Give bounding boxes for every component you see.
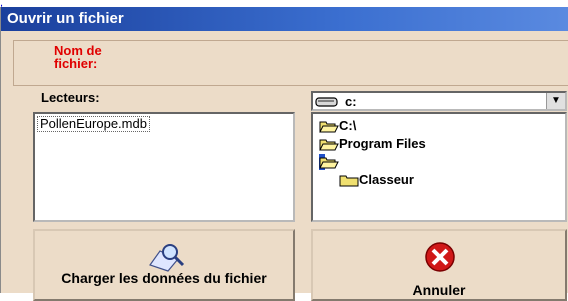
drives-label: Lecteurs: (41, 90, 100, 105)
folder-tree[interactable]: C:\ Program Files PaléoBIOMES Classeur (311, 112, 567, 222)
tree-item-label: Program Files (339, 136, 426, 151)
tree-item-label: PaléoBIOMES (339, 154, 425, 169)
dialog-title: Ouvrir un fichier (1, 7, 568, 31)
open-folder-icon (319, 157, 339, 169)
tree-item-paleobiomes[interactable]: PaléoBIOMES (319, 154, 425, 170)
search-icon (149, 244, 185, 272)
file-list[interactable]: PollenEurope.mdb (33, 112, 295, 222)
folder-icon (339, 175, 359, 187)
file-list-item[interactable]: PollenEurope.mdb (37, 116, 150, 132)
cancel-label: Annuler (412, 282, 466, 298)
drive-select-value: c: (345, 94, 357, 109)
load-file-button[interactable]: Charger les données du fichier (33, 229, 295, 301)
filename-label: Nom de fichier: (54, 43, 102, 71)
drive-select[interactable]: c: ▼ (311, 91, 567, 111)
tree-item-label: C:\ (339, 118, 357, 133)
tree-item-label: Classeur (359, 172, 414, 187)
load-file-label: Charger les données du fichier (61, 270, 267, 286)
open-folder-icon (319, 139, 339, 151)
cancel-button[interactable]: Annuler (311, 229, 567, 301)
filename-field[interactable]: Nom de fichier: (13, 40, 568, 86)
background-text: , (0, 0, 159, 7)
close-icon (425, 242, 455, 272)
open-file-dialog: Ouvrir un fichier Nom de fichier: Lecteu… (0, 7, 568, 301)
chevron-down-icon[interactable]: ▼ (546, 93, 565, 109)
drive-icon (315, 97, 338, 107)
open-folder-icon (319, 121, 339, 133)
